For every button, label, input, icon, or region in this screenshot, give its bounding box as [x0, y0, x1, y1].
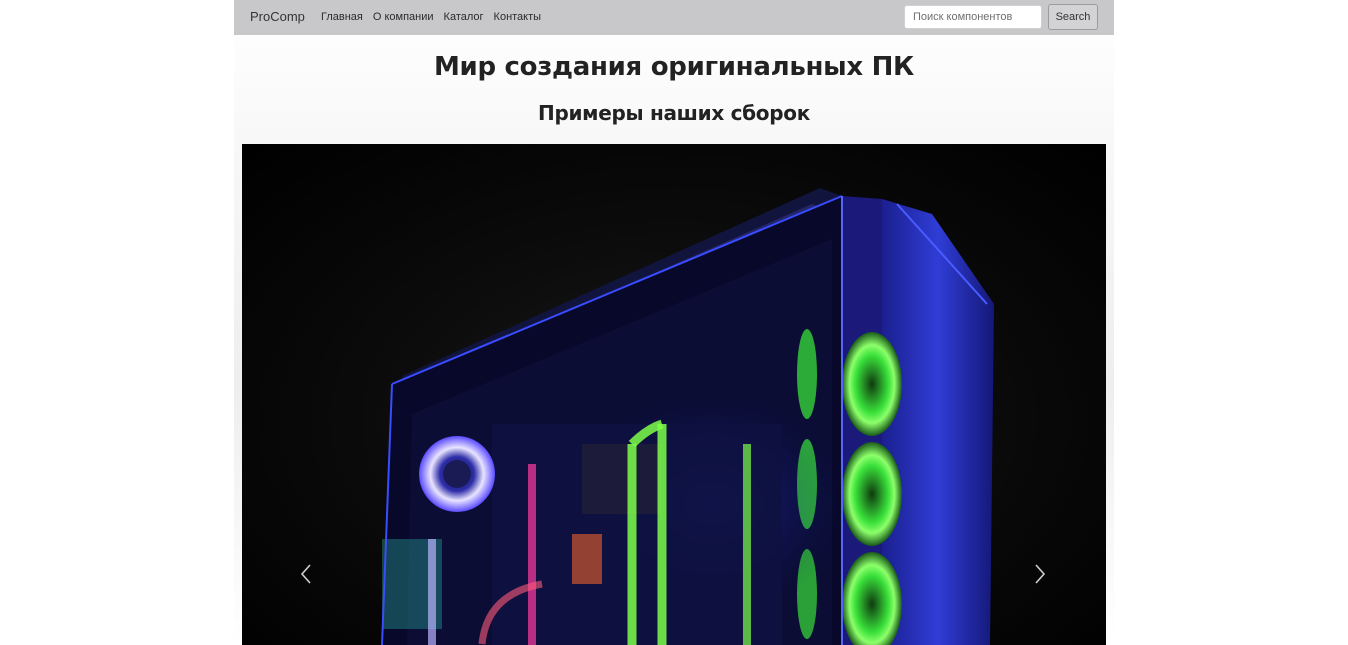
brand-link[interactable]: ProComp: [250, 9, 305, 24]
navbar: ProComp Главная О компании Каталог Конта…: [234, 0, 1114, 35]
nav-link-catalog[interactable]: Каталог: [444, 11, 484, 23]
nav-link-home[interactable]: Главная: [321, 11, 363, 23]
nav-link-contacts[interactable]: Контакты: [494, 11, 542, 23]
carousel[interactable]: [242, 144, 1106, 645]
chevron-right-icon: [1035, 564, 1046, 584]
carousel-image: [381, 188, 994, 645]
carousel-prev-button[interactable]: [286, 554, 326, 594]
page-subtitle: Примеры наших сборок: [538, 101, 810, 125]
page: ProComp Главная О компании Каталог Конта…: [234, 0, 1114, 645]
search-input[interactable]: [904, 5, 1042, 29]
nav-links: Главная О компании Каталог Контакты: [321, 11, 541, 23]
carousel-next-button[interactable]: [1020, 554, 1060, 594]
chevron-left-icon: [300, 564, 311, 584]
nav-link-about[interactable]: О компании: [373, 11, 434, 23]
page-title: Мир создания оригинальных ПК: [433, 52, 914, 82]
search-button[interactable]: Search: [1048, 4, 1098, 30]
